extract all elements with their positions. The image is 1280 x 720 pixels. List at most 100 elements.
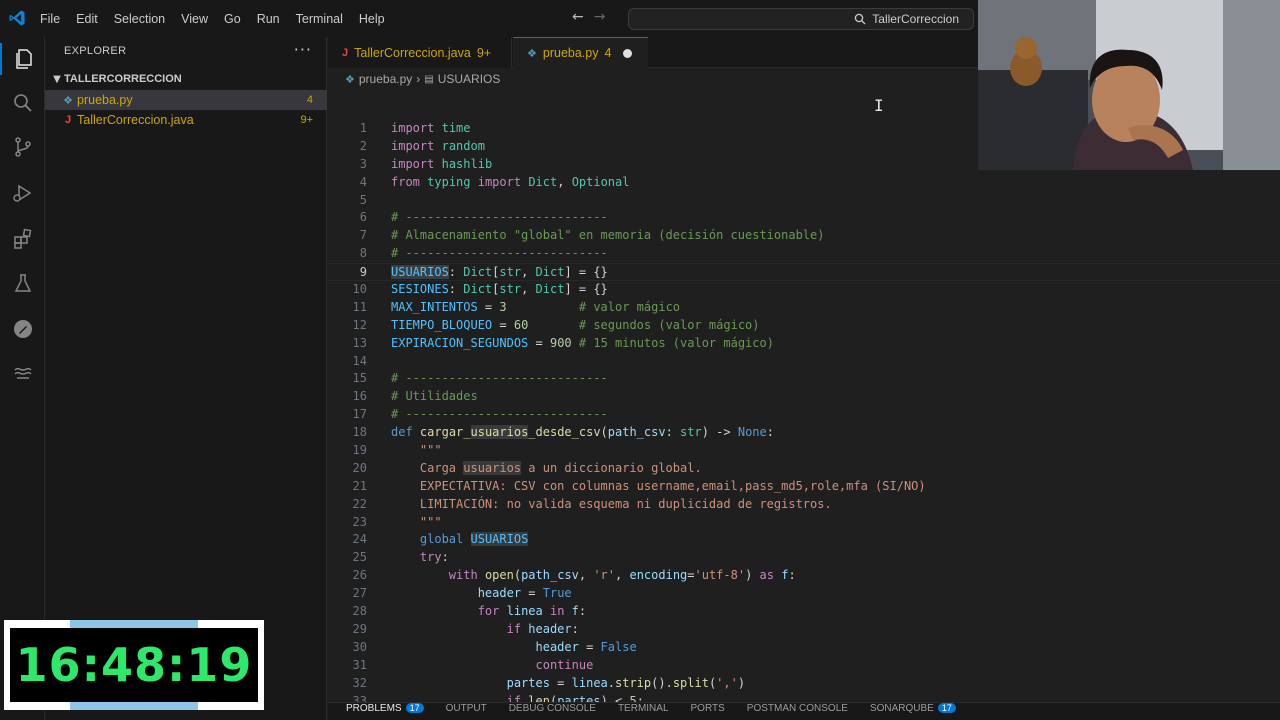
line-number: 25 bbox=[352, 550, 367, 565]
menu-run[interactable]: Run bbox=[249, 12, 288, 26]
code-line[interactable]: 8 # ---------------------------- bbox=[328, 245, 1280, 263]
folder-row[interactable]: ▼ TALLERCORRECCION bbox=[45, 69, 327, 89]
code-line[interactable]: 22 LIMITACIÓN: no valida esquema ni dupl… bbox=[328, 496, 1280, 514]
code-line[interactable]: 10 SESIONES: Dict[str, Dict] = {} bbox=[328, 281, 1280, 299]
code-line[interactable]: 33 if len(partes) < 5: bbox=[328, 693, 1280, 703]
tab-tallercorreccion-java[interactable]: J TallerCorreccion.java 9+ bbox=[328, 37, 512, 68]
menu-bar: File Edit Selection View Go Run Terminal… bbox=[32, 0, 393, 37]
tab-prueba-py[interactable]: ❖ prueba.py 4 bbox=[513, 37, 648, 68]
panel-tab-sonarqube[interactable]: SONARQUBE 17 bbox=[870, 703, 956, 714]
postman-activity-button[interactable] bbox=[0, 309, 45, 349]
menu-terminal[interactable]: Terminal bbox=[288, 12, 351, 26]
code-line[interactable]: 17 # ---------------------------- bbox=[328, 406, 1280, 424]
panel-tab-ports[interactable]: PORTS bbox=[691, 703, 725, 714]
code-line[interactable]: 30 header = False bbox=[328, 639, 1280, 657]
code-line[interactable]: 6 # ---------------------------- bbox=[328, 209, 1280, 227]
code-line[interactable]: 13 EXPIRACION_SEGUNDOS = 900 # 15 minutos… bbox=[328, 335, 1280, 353]
explorer-activity-button[interactable] bbox=[0, 39, 45, 79]
line-number: 27 bbox=[352, 586, 367, 601]
code-line[interactable]: 26 with open(path_csv, 'r', encoding='ut… bbox=[328, 567, 1280, 585]
more-actions-icon[interactable]: ··· bbox=[294, 40, 312, 59]
panel-tab-output[interactable]: OUTPUT bbox=[446, 703, 487, 714]
extensions-activity-button[interactable] bbox=[0, 219, 45, 259]
panel-tab-terminal[interactable]: TERMINAL bbox=[618, 703, 669, 714]
line-number: 16 bbox=[352, 389, 367, 404]
menu-help[interactable]: Help bbox=[351, 12, 393, 26]
menu-view[interactable]: View bbox=[173, 12, 216, 26]
code-line[interactable]: 31 continue bbox=[328, 657, 1280, 675]
menu-edit[interactable]: Edit bbox=[68, 12, 106, 26]
code-line[interactable]: 32 partes = linea.strip().split(',') bbox=[328, 675, 1280, 693]
code-line[interactable]: 24 global USUARIOS bbox=[328, 531, 1280, 549]
webcam-person-image bbox=[978, 0, 1280, 170]
command-center[interactable]: TallerCorreccion bbox=[628, 8, 974, 30]
line-number: 8 bbox=[359, 246, 367, 261]
menu-file[interactable]: File bbox=[32, 12, 68, 26]
file-item-tallercorreccion-java[interactable]: J TallerCorreccion.java 9+ bbox=[45, 110, 327, 130]
back-arrow-icon[interactable]: ← bbox=[572, 9, 584, 25]
line-number: 29 bbox=[352, 621, 367, 636]
line-number: 23 bbox=[352, 514, 367, 529]
menu-selection[interactable]: Selection bbox=[106, 12, 173, 26]
run-debug-activity-button[interactable] bbox=[0, 173, 45, 213]
chevron-right-icon: › bbox=[416, 72, 421, 86]
line-text: import random bbox=[391, 138, 485, 153]
code-lines: 1 import time 2 import random 3 import hashli… bbox=[328, 120, 1280, 702]
panel-tab-problems[interactable]: PROBLEMS 17 bbox=[346, 703, 424, 714]
code-line[interactable]: 18 def cargar_usuarios_desde_csv(path_csv… bbox=[328, 424, 1280, 442]
code-line[interactable]: 16 # Utilidades bbox=[328, 388, 1280, 406]
files-icon bbox=[15, 49, 32, 69]
code-line[interactable]: 11 MAX_INTENTOS = 3 # valor mágico bbox=[328, 299, 1280, 317]
code-line[interactable]: 5 bbox=[328, 192, 1280, 210]
code-line[interactable]: 12 TIEMPO_BLOQUEO = 60 # segundos (valor … bbox=[328, 317, 1280, 335]
line-number: 31 bbox=[352, 657, 367, 672]
line-text: try: bbox=[419, 550, 449, 565]
line-text: USUARIOS: Dict[str, Dict] = {} bbox=[391, 265, 608, 280]
code-line[interactable]: 28 for linea in f: bbox=[328, 603, 1280, 621]
line-text: if len(partes) < 5: bbox=[506, 693, 644, 703]
line-text: EXPIRACION_SEGUNDOS = 900 # 15 minutos (… bbox=[391, 335, 774, 350]
timer-text: 16:48:19 bbox=[15, 638, 253, 692]
breadcrumb-symbol[interactable]: USUARIOS bbox=[438, 72, 501, 86]
line-text: LIMITACIÓN: no valida esquema ni duplici… bbox=[391, 496, 832, 511]
code-line[interactable]: 27 header = True bbox=[328, 585, 1280, 603]
code-line[interactable]: 4 from typing import Dict, Optional bbox=[328, 174, 1280, 192]
sonarqube-activity-button[interactable] bbox=[0, 353, 45, 393]
line-number: 30 bbox=[352, 639, 367, 654]
code-line[interactable]: 7 # Almacenamiento "global" en memoria (d… bbox=[328, 227, 1280, 245]
testing-activity-button[interactable] bbox=[0, 264, 45, 304]
panel-tabs: PROBLEMS 17 OUTPUT DEBUG CONSOLE TERMINAL POR… bbox=[328, 702, 1280, 720]
code-line[interactable]: 19 """ bbox=[328, 442, 1280, 460]
code-line[interactable]: 23 """ bbox=[328, 514, 1280, 532]
code-line[interactable]: 14 bbox=[328, 353, 1280, 371]
search-icon bbox=[13, 94, 32, 112]
file-item-prueba-py[interactable]: ❖ prueba.py 4 bbox=[45, 90, 327, 110]
code-line[interactable]: 15 # ---------------------------- bbox=[328, 370, 1280, 388]
timer-display: 16:48:19 bbox=[10, 628, 258, 702]
java-icon: J bbox=[342, 46, 349, 59]
source-control-activity-button[interactable] bbox=[0, 127, 45, 167]
code-line[interactable]: 21 EXPECTATIVA: CSV con columnas usernam… bbox=[328, 478, 1280, 496]
forward-arrow-icon[interactable]: → bbox=[594, 9, 606, 25]
code-line[interactable]: 25 try: bbox=[328, 549, 1280, 567]
line-text: SESIONES: Dict[str, Dict] = {} bbox=[391, 282, 608, 297]
code-line[interactable]: 29 if header: bbox=[328, 621, 1280, 639]
code-line[interactable]: 9 USUARIOS: Dict[str, Dict] = {} bbox=[328, 263, 1280, 282]
unsaved-changes-dot[interactable] bbox=[623, 49, 632, 58]
vscode-logo-icon bbox=[9, 10, 25, 26]
menu-go[interactable]: Go bbox=[216, 12, 249, 26]
line-number: 1 bbox=[359, 121, 367, 135]
search-activity-button[interactable] bbox=[0, 83, 45, 123]
line-text: Carga usuarios a un diccionario global. bbox=[391, 460, 702, 475]
panel-tab-debug-console[interactable]: DEBUG CONSOLE bbox=[509, 703, 596, 714]
code-line[interactable]: 20 Carga usuarios a un diccionario globa… bbox=[328, 460, 1280, 478]
panel-tab-postman-console[interactable]: POSTMAN CONSOLE bbox=[747, 703, 848, 714]
breadcrumb-file[interactable]: prueba.py bbox=[359, 72, 412, 86]
explorer-title: EXPLORER bbox=[64, 45, 127, 57]
flask-icon bbox=[14, 274, 31, 292]
line-text: EXPECTATIVA: CSV con columnas username,e… bbox=[391, 478, 926, 493]
code-editor[interactable]: 1 import time 2 import random 3 import hashli… bbox=[328, 90, 1280, 702]
line-text: # ---------------------------- bbox=[391, 210, 608, 225]
line-text: partes = linea.strip().split(',') bbox=[506, 675, 746, 690]
problem-count-badge: 4 bbox=[306, 94, 313, 106]
